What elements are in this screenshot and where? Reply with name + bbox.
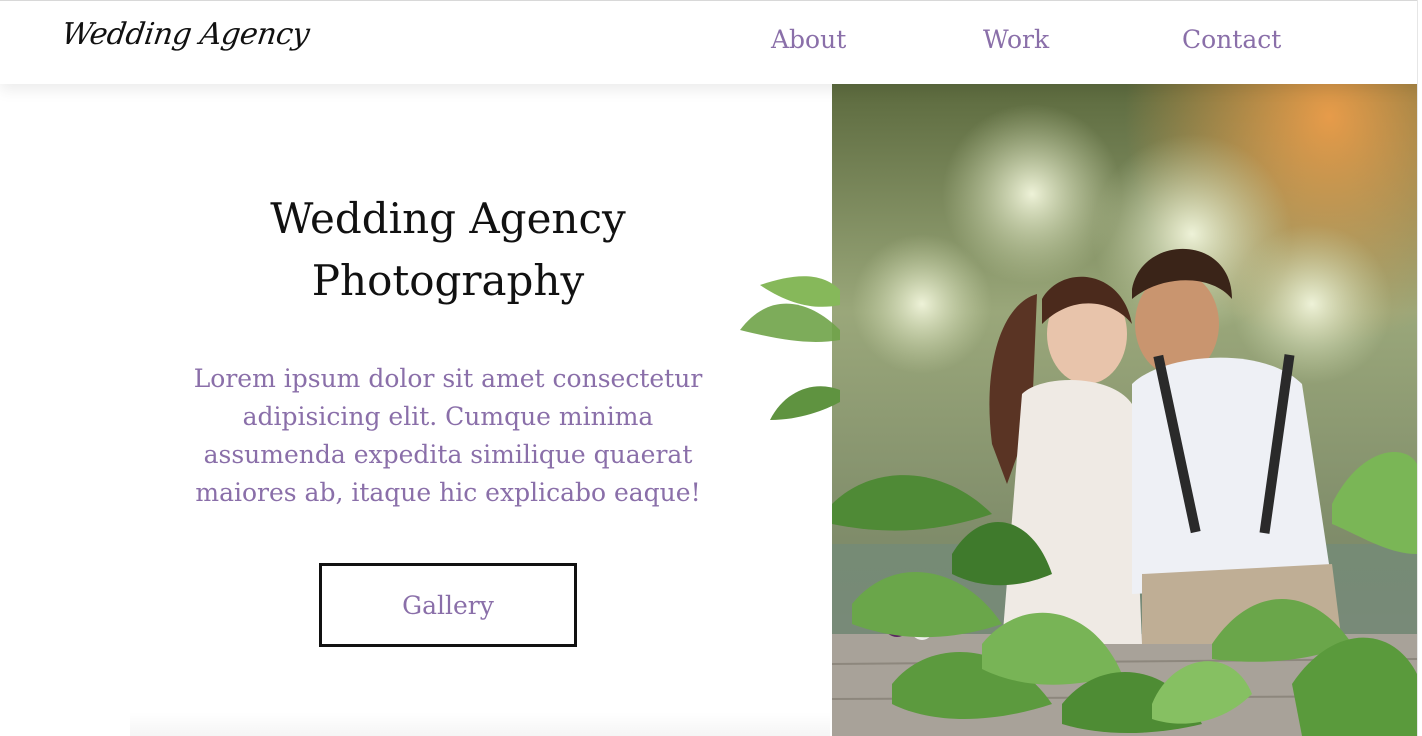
section-shadow: [130, 712, 830, 736]
nav-link-contact[interactable]: Contact: [1182, 25, 1281, 54]
site-logo[interactable]: Wedding Agency: [60, 17, 312, 52]
gallery-button[interactable]: Gallery: [319, 563, 577, 647]
hero-description: Lorem ipsum dolor sit amet consectetur a…: [193, 364, 703, 507]
hero-title-line2: Photography: [311, 256, 585, 305]
hero-wedding-photo: [832, 84, 1417, 736]
hero-title-line1: Wedding Agency: [270, 194, 626, 243]
top-navbar: Wedding Agency About Work Contact: [0, 0, 1422, 84]
nav-link-about[interactable]: About: [771, 25, 846, 54]
leaf-overflow-decoration: [730, 270, 840, 470]
hero-text-section: Wedding Agency Photography Lorem ipsum d…: [0, 84, 832, 736]
page-edge: [1417, 0, 1422, 736]
nav-link-work[interactable]: Work: [983, 25, 1049, 54]
